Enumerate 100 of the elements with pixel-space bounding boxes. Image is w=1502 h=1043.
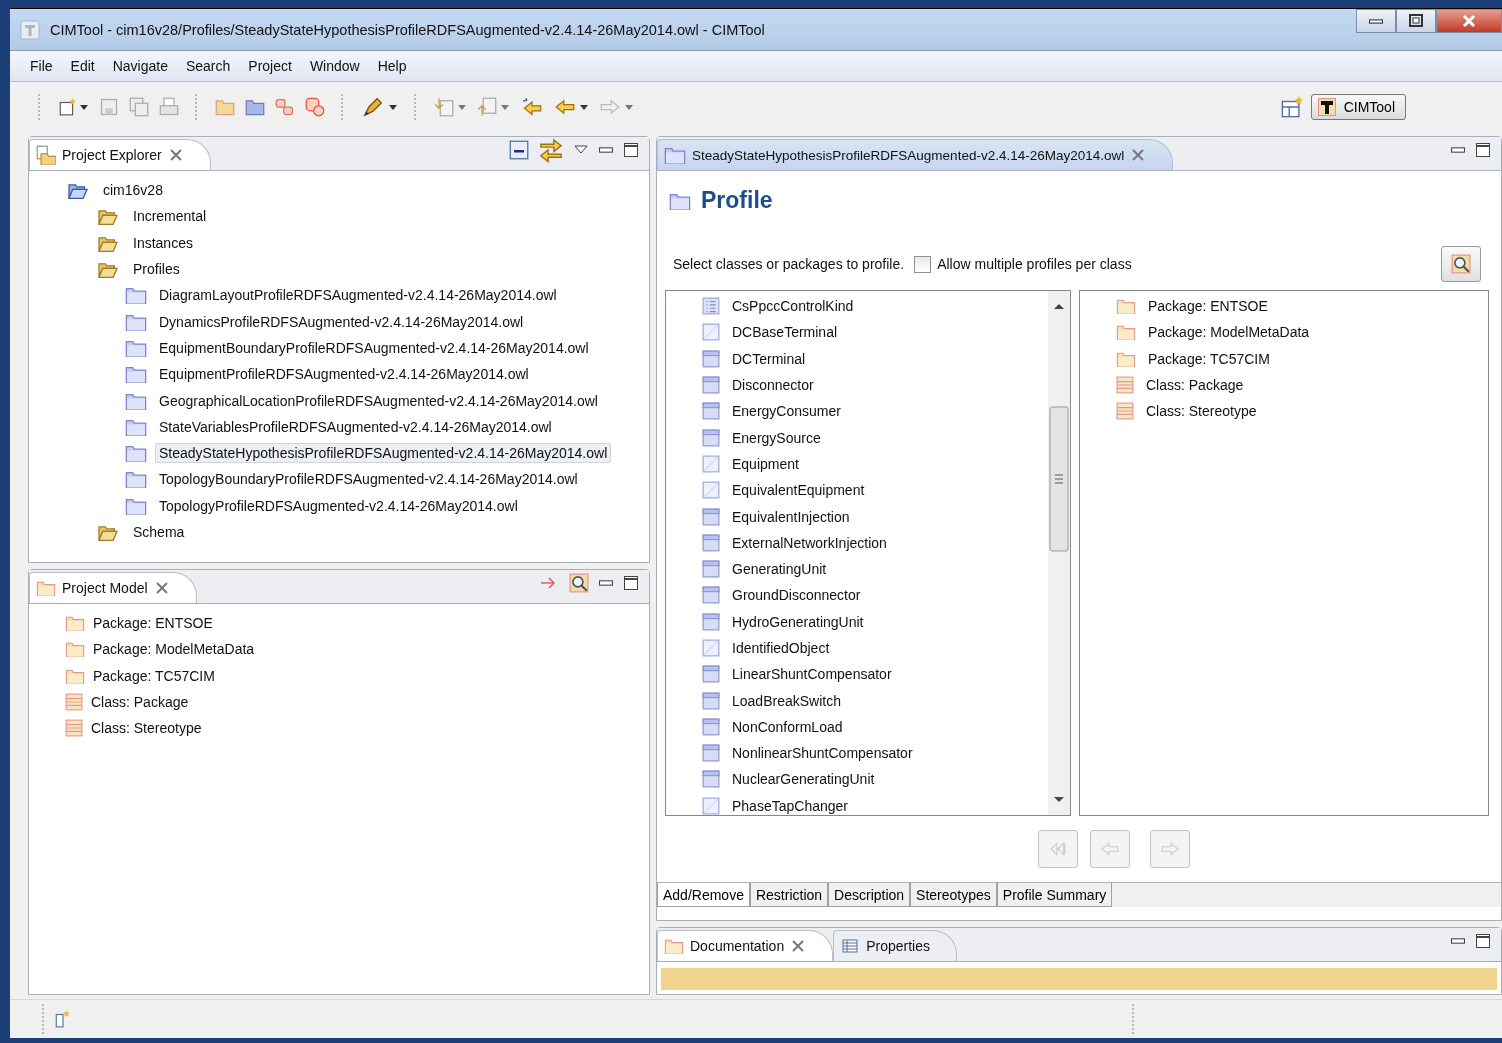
search-button[interactable] [1441, 246, 1481, 282]
folder-icon [125, 470, 147, 489]
menu-item[interactable]: Help [369, 55, 415, 77]
tree-item[interactable]: GeographicalLocationProfileRDFSAugmented-v2.4.14-26May2014.owl [155, 390, 602, 411]
folder-icon [125, 496, 147, 515]
perspective-button[interactable]: CIMTool [1310, 94, 1406, 120]
list-item[interactable]: NonConformLoad [732, 718, 843, 735]
list-item[interactable]: Package: TC57CIM [1148, 350, 1270, 367]
checkbox-label[interactable]: Allow multiple profiles per class [937, 256, 1132, 272]
editor-tab[interactable]: SteadyStateHypothesisProfileRDFSAugmented-v2.4.14-26May2014.owl [657, 139, 1174, 170]
tree-item[interactable]: TopologyProfileRDFSAugmented-v2.4.14-26May2014.owl [155, 495, 522, 516]
open-folder-icon [95, 260, 121, 279]
list-item[interactable]: DCTerminal [732, 350, 806, 367]
tree-item[interactable]: Schema [129, 522, 189, 542]
model-item[interactable]: Class: Stereotype [91, 720, 202, 737]
menu-item[interactable]: Search [177, 55, 239, 77]
model-item[interactable]: Class: Package [91, 694, 189, 711]
tree-item[interactable]: Incremental [129, 206, 211, 227]
fast-view-icon [54, 1010, 72, 1028]
list-item[interactable]: Disconnector [732, 377, 814, 394]
list-item[interactable]: NuclearGeneratingUnit [732, 771, 875, 788]
header-square-icon [702, 612, 720, 631]
menu-item[interactable]: Project [240, 55, 300, 77]
caret-icon [457, 103, 467, 111]
tree-item[interactable]: SteadyStateHypothesisProfileRDFSAugmented-v2.4.14-26May2014.owl [155, 443, 612, 464]
maximize-icon [1475, 932, 1491, 949]
class-list[interactable] [665, 290, 1071, 816]
model-item[interactable]: Package: ENTSOE [93, 615, 213, 632]
tree-item[interactable]: cim16v28 [99, 180, 167, 201]
maximize-icon [1408, 13, 1424, 29]
tree-item[interactable]: EquipmentProfileRDFSAugmented-v2.4.14-26May2014.owl [155, 364, 533, 385]
list-item[interactable]: CsPpccControlKind [732, 298, 854, 315]
menu-item[interactable]: Window [301, 55, 368, 77]
list-item[interactable]: DCBaseTerminal [732, 324, 838, 341]
minimize-button[interactable] [1356, 9, 1396, 33]
checkbox[interactable] [914, 255, 932, 273]
tree-item[interactable]: DynamicsProfileRDFSAugmented-v2.4.14-26May2014.owl [155, 311, 528, 332]
list-item[interactable]: GeneratingUnit [732, 561, 827, 578]
folder-icon [664, 146, 686, 164]
open-folder-icon [65, 181, 91, 200]
form-heading: Profile [701, 187, 773, 214]
list-item[interactable]: HydroGeneratingUnit [732, 613, 864, 630]
page-tab[interactable]: Description [828, 883, 911, 907]
menu-item[interactable]: Edit [62, 55, 103, 77]
list-item[interactable]: Package: ENTSOE [1148, 298, 1268, 315]
maximize-button[interactable] [1396, 9, 1436, 33]
profiled-list[interactable]: Package: ENTSOE Package: ModelMetaData Package: TC57CIM Class: Package Class: Stereotype [1079, 290, 1489, 816]
caret-icon [388, 103, 398, 111]
list-item[interactable]: Class: Stereotype [1146, 403, 1257, 420]
model-item[interactable]: Package: ModelMetaData [93, 641, 255, 658]
tree-item[interactable]: Profiles [129, 259, 184, 280]
tree-item[interactable]: StateVariablesProfileRDFSAugmented-v2.4.14-26May2014.owl [155, 416, 556, 437]
page-tab[interactable]: Add/Remove [657, 883, 750, 907]
list-item[interactable]: GroundDisconnector [732, 587, 861, 604]
document-up-icon [477, 97, 497, 117]
list-item[interactable]: LoadBreakSwitch [732, 692, 841, 709]
save-all-icon [129, 97, 149, 117]
save-all-button[interactable] [127, 95, 151, 119]
list-item[interactable]: ExternalNetworkInjection [732, 534, 887, 551]
list-item[interactable]: PhaseTapChanger [732, 797, 848, 814]
back-arrow-icon [520, 97, 544, 117]
list-item[interactable]: NonlinearShuntCompensator [732, 745, 913, 762]
project-explorer-icon [36, 145, 56, 165]
striped-square-icon [65, 693, 83, 712]
list-item[interactable]: EnergySource [732, 429, 821, 446]
list-item[interactable]: Equipment [732, 455, 799, 472]
view-tab[interactable]: Properties [833, 930, 957, 961]
caret-icon [579, 103, 589, 111]
list-item[interactable]: Class: Package [1146, 377, 1244, 394]
menu-item[interactable]: File [22, 55, 61, 77]
scrollbar[interactable] [1048, 291, 1070, 815]
view-tab[interactable]: Documentation [657, 930, 834, 961]
tree-item[interactable]: TopologyBoundaryProfileRDFSAugmented-v2.4.14-26May2014.owl [155, 469, 582, 490]
list-item[interactable]: EquivalentInjection [732, 508, 850, 525]
striped-square-icon [65, 719, 83, 738]
header-square-icon [702, 770, 720, 789]
tree-item[interactable]: DiagramLayoutProfileRDFSAugmented-v2.4.14-26May2014.owl [155, 285, 561, 306]
tree-item[interactable]: EquipmentBoundaryProfileRDFSAugmented-v2.4.14-26May2014.owl [155, 337, 593, 358]
model-item[interactable]: Package: TC57CIM [93, 667, 215, 684]
striped-square-icon [1116, 402, 1134, 421]
list-item[interactable]: Package: ModelMetaData [1148, 324, 1310, 341]
page-tab[interactable]: Restriction [749, 883, 829, 907]
view-tab[interactable]: Project Model [29, 572, 197, 603]
list-item[interactable]: EnergyConsumer [732, 403, 841, 420]
forward-arrow-icon [599, 97, 621, 117]
open-perspective-icon [1280, 96, 1303, 118]
search-icon [1451, 254, 1471, 274]
close-icon [1130, 147, 1147, 163]
view-tab[interactable]: Project Explorer [29, 139, 211, 170]
folder-icon [1116, 298, 1136, 315]
page-tab[interactable]: Profile Summary [996, 883, 1113, 907]
document-down-icon [434, 97, 454, 117]
list-item[interactable]: EquivalentEquipment [732, 482, 865, 499]
page-tab[interactable]: Stereotypes [910, 883, 997, 907]
list-item[interactable]: LinearShuntCompensator [732, 666, 892, 683]
menu-item[interactable]: Navigate [104, 55, 176, 77]
tree-item[interactable]: Instances [129, 232, 197, 253]
close-button[interactable] [1436, 9, 1502, 33]
square-icon [702, 796, 720, 815]
list-item[interactable]: IdentifiedObject [732, 640, 830, 656]
